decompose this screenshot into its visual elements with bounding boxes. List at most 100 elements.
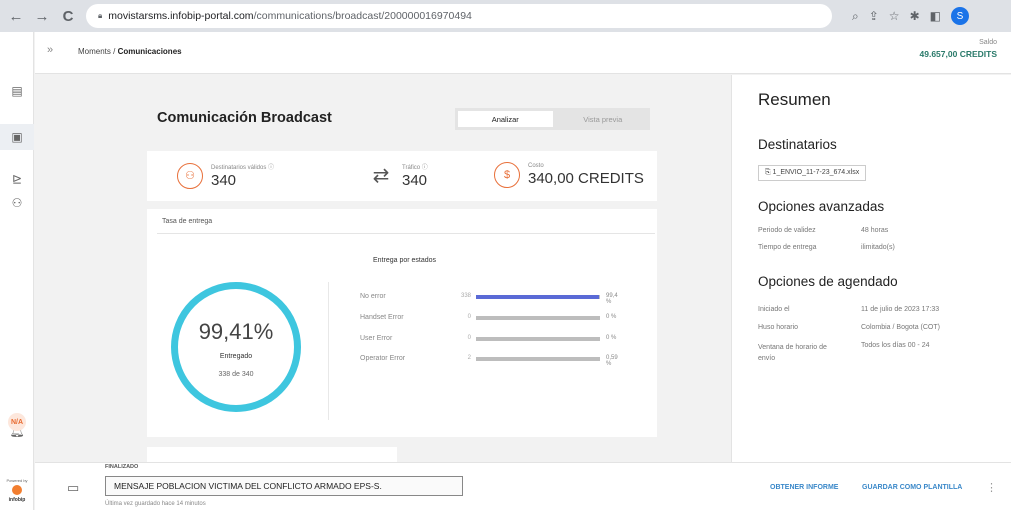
page-title: Comunicación Broadcast xyxy=(157,110,332,126)
infobip-logo xyxy=(12,485,22,495)
state-bar-track xyxy=(476,337,600,341)
state-bar-track xyxy=(476,295,600,299)
schedule-key: Ventana de horario de envío xyxy=(758,344,827,362)
state-count: 0 xyxy=(467,314,471,320)
stat-traffic: ⇄ Tráfico ⓘ 340 xyxy=(368,162,428,189)
browser-toolbar: ← → C 🔒︎ movistarsms.infobip-portal.com /… xyxy=(0,0,1011,32)
na-badge[interactable]: N/A xyxy=(8,413,26,431)
forward-icon[interactable]: → xyxy=(32,8,52,25)
back-icon[interactable]: ← xyxy=(6,8,26,25)
breadcrumb-current: Comunicaciones xyxy=(117,47,182,56)
comment-icon[interactable]: ▭ xyxy=(67,480,79,496)
state-pct: 0,59 % xyxy=(606,355,618,367)
saved-status: Última vez guardado hace 14 minutos xyxy=(105,501,206,507)
state-name: User Error xyxy=(360,335,393,342)
next-card-peek xyxy=(147,447,397,462)
stat-label: Destinatarios válidos xyxy=(211,165,267,171)
expand-menu-icon[interactable]: » xyxy=(47,44,53,56)
state-row: Operator Error 2 0,59 % xyxy=(360,354,620,367)
left-nav: ▤ ▣ ⊵ ⚇ 🔔︎ xyxy=(0,32,34,510)
schedule-key: Iniciado el xyxy=(758,306,790,313)
bookmark-star-icon[interactable]: ☆ xyxy=(889,9,900,23)
url-path: /communications/broadcast/20000001697049… xyxy=(253,10,472,22)
file-icon: ⎘ xyxy=(765,169,773,176)
states-title: Entrega por estados xyxy=(373,257,437,264)
advanced-key: Periodo de validez xyxy=(758,227,816,234)
divider xyxy=(157,233,655,234)
save-template-button[interactable]: GUARDAR COMO PLANTILLA xyxy=(862,484,962,491)
zoom-icon[interactable]: ⌕ xyxy=(852,9,859,24)
extensions-icon[interactable]: ✱ xyxy=(910,9,920,23)
advanced-value: ilimitado(s) xyxy=(861,244,895,251)
gauge-count: 338 de 340 xyxy=(218,371,254,378)
state-pct: 99,4 % xyxy=(606,293,618,305)
stat-value: 340 xyxy=(402,172,428,189)
schedule-value: Todos los días 00 - 24 xyxy=(861,342,930,349)
inbox-icon[interactable]: ▤ xyxy=(0,84,34,98)
broadcast-icon[interactable]: ▣ xyxy=(0,124,34,150)
address-bar[interactable]: 🔒︎ movistarsms.infobip-portal.com/commun… xyxy=(86,4,832,28)
schedule-key: Huso horario xyxy=(758,324,799,331)
people-icon[interactable]: ⚇ xyxy=(0,196,34,210)
stat-value: 340 xyxy=(211,172,237,189)
balance: Saldo 49.657,00 CREDITS xyxy=(920,39,997,59)
message-name-input[interactable]: MENSAJE POBLACION VICTIMA DEL CONFLICTO … xyxy=(105,476,463,496)
url-domain: movistarsms.infobip-portal.com xyxy=(108,10,254,22)
traffic-icon: ⇄ xyxy=(372,165,390,187)
reload-icon[interactable]: C xyxy=(58,8,78,25)
analytics-icon[interactable]: ⊵ xyxy=(0,172,34,186)
sidepanel-icon[interactable]: ◧ xyxy=(930,9,941,23)
info-icon[interactable]: ⓘ xyxy=(422,165,428,171)
state-count: 0 xyxy=(467,335,471,341)
stat-label: Tráfico xyxy=(402,165,421,171)
state-count: 338 xyxy=(460,293,471,299)
view-toggle: Analizar Vista previa xyxy=(455,108,650,130)
breadcrumb: Moments / Comunicaciones xyxy=(78,47,182,56)
stat-cost: $ Costo 340,00 CREDITS xyxy=(494,162,644,188)
profile-avatar[interactable]: S xyxy=(950,7,969,25)
state-row: User Error 0 0 % xyxy=(360,334,620,344)
gauge-percent: 99,41% xyxy=(198,319,274,344)
state-row: Handset Error 0 0 % xyxy=(360,313,620,323)
file-chip[interactable]: ⎘ 1_ENVIO_11-7-23_674.xlsx xyxy=(758,165,867,181)
status-badge: FINALIZADO xyxy=(105,464,139,470)
balance-value: 49.657,00 CREDITS xyxy=(919,49,997,59)
dollar-icon: $ xyxy=(494,162,520,188)
schedule-title: Opciones de agendado xyxy=(758,274,898,289)
powered-label: Powered by xyxy=(6,478,28,483)
info-icon[interactable]: ⓘ xyxy=(268,165,274,171)
state-name: No error xyxy=(360,293,386,300)
summary-title: Resumen xyxy=(758,90,831,109)
divider xyxy=(328,282,329,420)
schedule-value: 11 de julio de 2023 17:33 xyxy=(861,306,940,313)
balance-label: Saldo xyxy=(979,39,997,46)
state-pct: 0 % xyxy=(606,335,617,341)
share-icon[interactable]: ⇪ xyxy=(869,9,879,23)
state-count: 2 xyxy=(467,355,471,361)
tab-vista-previa[interactable]: Vista previa xyxy=(556,108,651,130)
more-options-icon[interactable]: ⋮ xyxy=(986,481,997,494)
get-report-button[interactable]: OBTENER INFORME xyxy=(770,484,838,491)
state-bar-track xyxy=(476,316,600,320)
state-bar-fill xyxy=(476,357,477,361)
advanced-key: Tiempo de entrega xyxy=(758,244,817,251)
advanced-title: Opciones avanzadas xyxy=(758,199,885,214)
tab-analizar[interactable]: Analizar xyxy=(458,111,553,127)
recipients-title: Destinatarios xyxy=(758,137,837,152)
advanced-value: 48 horas xyxy=(861,227,889,234)
stat-label: Costo xyxy=(528,163,544,169)
state-bar-fill xyxy=(476,295,600,299)
file-name: 1_ENVIO_11-7-23_674.xlsx xyxy=(772,169,860,176)
summary-panel xyxy=(731,75,1011,462)
state-bar-track xyxy=(476,357,600,361)
gauge-label: Entregado xyxy=(219,353,253,360)
state-pct: 0 % xyxy=(606,314,617,320)
breadcrumb-parent[interactable]: Moments xyxy=(78,47,111,56)
schedule-value: Colombia / Bogota (COT) xyxy=(861,324,940,331)
delivery-gauge: 99,41% Entregado 338 de 340 xyxy=(171,282,301,412)
delivery-title: Tasa de entrega xyxy=(162,218,213,225)
stat-recipients: ⚇ Destinatarios válidos ⓘ 340 xyxy=(177,162,274,189)
brand-name: infobip xyxy=(8,497,26,503)
recipients-icon: ⚇ xyxy=(177,162,203,189)
state-row: No error 338 99,4 % xyxy=(360,292,620,305)
